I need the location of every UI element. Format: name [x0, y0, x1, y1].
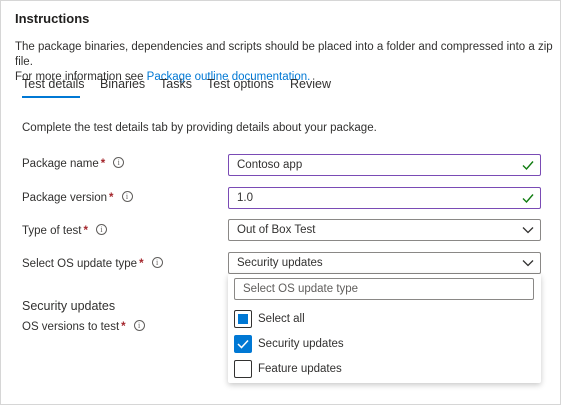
os-versions-label-text: OS versions to test [22, 321, 120, 333]
package-name-label: Package name * i [22, 157, 125, 170]
security-updates-heading: Security updates [22, 299, 116, 313]
checkmark-icon [522, 161, 534, 171]
tab-binaries[interactable]: Binaries [100, 77, 145, 91]
tab-review[interactable]: Review [290, 77, 331, 91]
tab-test-details[interactable]: Test details [22, 77, 85, 91]
option-label: Select all [258, 313, 305, 325]
active-tab-indicator [22, 96, 80, 98]
search-placeholder: Select OS update type [243, 283, 359, 295]
os-update-type-label-text: Select OS update type [22, 258, 138, 270]
package-version-value: 1.0 [237, 192, 253, 204]
info-icon[interactable]: i [133, 320, 145, 332]
required-marker: * [100, 158, 106, 170]
os-versions-label: OS versions to test * i [22, 320, 145, 333]
chevron-down-icon [522, 260, 534, 267]
os-update-type-label: Select OS update type * i [22, 257, 163, 270]
unchecked-checkbox[interactable] [234, 360, 252, 378]
option-feature-updates[interactable]: Feature updates [234, 360, 534, 380]
package-version-input[interactable]: 1.0 [228, 187, 541, 209]
type-of-test-label: Type of test * i [22, 224, 107, 237]
description-line-2: For more information see Package outline… [15, 70, 555, 85]
checked-checkbox[interactable] [234, 335, 252, 353]
type-of-test-label-text: Type of test [22, 225, 82, 237]
partial-checkbox[interactable] [234, 310, 252, 328]
checkmark-icon [522, 194, 534, 204]
info-icon[interactable]: i [121, 191, 133, 203]
required-marker: * [83, 225, 88, 237]
partial-fill [238, 314, 248, 324]
required-marker: * [109, 192, 114, 204]
package-version-label: Package version * i [22, 191, 133, 204]
package-name-input[interactable]: Contoso app [228, 154, 541, 176]
description: The package binaries, dependencies and s… [15, 40, 555, 85]
type-of-test-value: Out of Box Test [237, 224, 316, 236]
package-version-label-text: Package version [22, 192, 108, 204]
option-security-updates[interactable]: Security updates [234, 335, 534, 355]
package-name-value: Contoso app [237, 159, 303, 171]
tab-test-options[interactable]: Test options [207, 77, 274, 91]
page-title: Instructions [15, 11, 90, 26]
description-line-1: The package binaries, dependencies and s… [15, 41, 553, 68]
option-label: Feature updates [258, 363, 342, 375]
os-update-type-menu: Select OS update type Select all Securit… [228, 274, 541, 383]
os-update-type-dropdown[interactable]: Security updates [228, 252, 541, 274]
option-select-all[interactable]: Select all [234, 310, 534, 330]
package-name-label-text: Package name [22, 158, 99, 170]
required-marker: * [121, 321, 126, 333]
tab-tasks[interactable]: Tasks [160, 77, 192, 91]
option-label: Security updates [258, 338, 344, 350]
required-marker: * [139, 258, 144, 270]
os-update-type-value: Security updates [237, 257, 323, 269]
info-icon[interactable]: i [113, 157, 125, 169]
checkmark-icon [237, 339, 249, 349]
info-icon[interactable]: i [151, 257, 163, 269]
os-update-type-search-input[interactable]: Select OS update type [234, 278, 534, 300]
type-of-test-dropdown[interactable]: Out of Box Test [228, 219, 541, 241]
info-icon[interactable]: i [95, 224, 107, 236]
intro-text: Complete the test details tab by providi… [22, 122, 377, 134]
chevron-down-icon [522, 227, 534, 234]
